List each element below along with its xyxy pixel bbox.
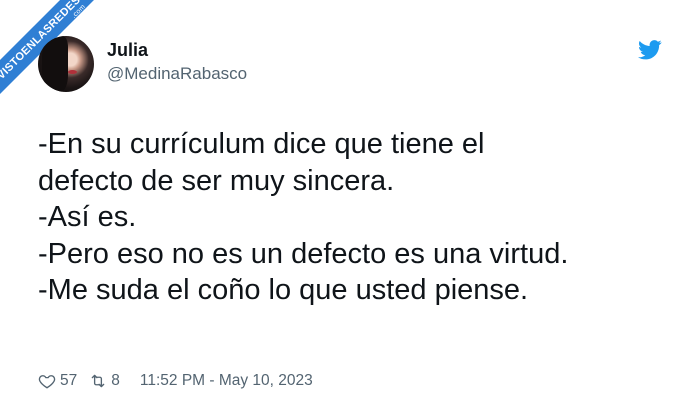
tweet-card: VISTOENLASREDES .com Julia @MedinaRabasc… <box>0 0 700 420</box>
tweet-text: -En su currículum dice que tiene el defe… <box>38 126 678 309</box>
tweet-line: -En su currículum dice que tiene el <box>38 128 485 160</box>
tweet-line: defecto de ser muy sincera. <box>38 164 395 197</box>
retweet-count: 8 <box>111 372 120 389</box>
retweet-icon[interactable] <box>89 372 107 390</box>
like-count: 57 <box>60 372 78 389</box>
heart-icon[interactable] <box>38 372 56 390</box>
tweet-line: -Así es. <box>38 201 137 233</box>
watermark-suffix: .com <box>70 3 88 20</box>
tweet-footer: 57 8 11:52 PM - May 10, 2023 <box>38 371 313 391</box>
twitter-bird-icon[interactable] <box>638 40 662 60</box>
tweet-line: -Pero eso no es un defecto es una virtud… <box>38 237 569 270</box>
avatar[interactable] <box>38 36 94 92</box>
author-handle[interactable]: @MedinaRabasco <box>107 64 247 84</box>
tweet-timestamp[interactable]: 11:52 PM - May 10, 2023 <box>140 372 313 390</box>
tweet-line: -Me suda el coño lo que usted piense. <box>38 274 529 306</box>
author-name[interactable]: Julia <box>107 40 148 61</box>
